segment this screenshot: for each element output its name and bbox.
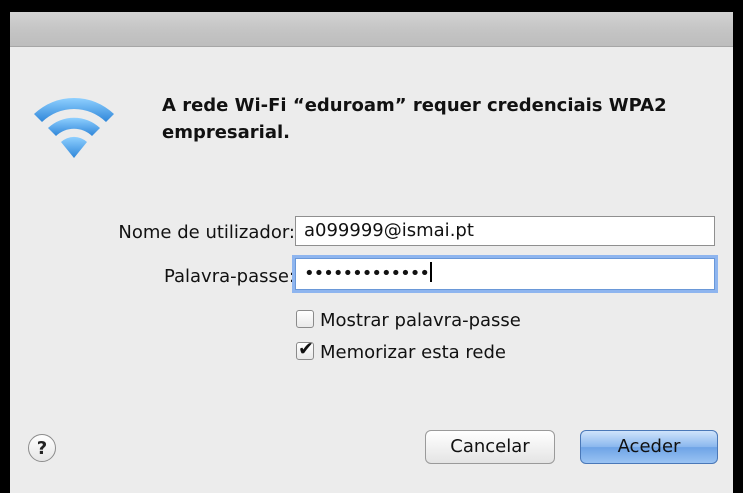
- username-label: Nome de utilizador:: [118, 222, 295, 243]
- wifi-credentials-dialog: A rede Wi-Fi “eduroam” requer credenciai…: [10, 12, 733, 493]
- dialog-message: A rede Wi-Fi “eduroam” requer credenciai…: [162, 95, 667, 143]
- join-button[interactable]: Aceder: [580, 430, 718, 464]
- show-password-label: Mostrar palavra-passe: [320, 310, 521, 331]
- cancel-button[interactable]: Cancelar: [425, 430, 555, 464]
- password-field[interactable]: •••••••••••••: [295, 258, 715, 290]
- username-field[interactable]: a099999@ismai.pt: [295, 216, 715, 246]
- remember-network-option[interactable]: Memorizar esta rede: [296, 338, 506, 363]
- username-value: a099999@ismai.pt: [304, 220, 474, 241]
- show-password-option[interactable]: Mostrar palavra-passe: [296, 310, 521, 331]
- password-label: Palavra-passe:: [163, 266, 295, 287]
- password-value: •••••••••••••: [304, 263, 430, 284]
- title-bar: [10, 12, 733, 47]
- window-frame: A rede Wi-Fi “eduroam” requer credenciai…: [0, 0, 743, 493]
- wifi-icon: [28, 80, 120, 170]
- help-button[interactable]: ?: [28, 434, 56, 462]
- show-password-checkbox[interactable]: [296, 310, 314, 328]
- remember-network-checkbox[interactable]: [296, 338, 314, 360]
- text-caret: [430, 262, 433, 282]
- remember-network-label: Memorizar esta rede: [320, 342, 506, 363]
